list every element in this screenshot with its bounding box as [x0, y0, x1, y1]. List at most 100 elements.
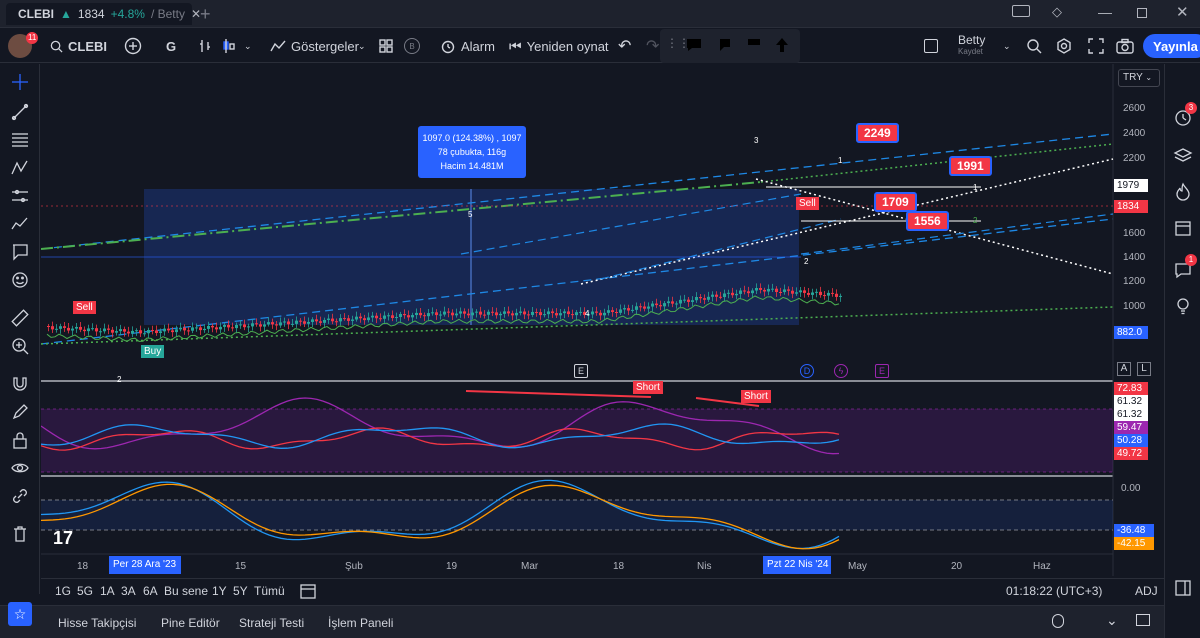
expand-panel-icon[interactable] — [1171, 576, 1195, 600]
range-all[interactable]: Tümü — [254, 584, 285, 598]
window-restore-icon[interactable] — [1137, 8, 1147, 18]
sell-signal-label: Sell — [73, 301, 96, 314]
target-callout-2249[interactable]: 2249 — [856, 123, 899, 143]
dividend-event-icon[interactable]: D — [800, 364, 814, 378]
quick-search-icon[interactable] — [1026, 29, 1042, 63]
osc-label-6: 49.72 — [1114, 447, 1148, 460]
fullscreen-square-icon[interactable] — [924, 29, 938, 63]
magnet-icon[interactable] — [8, 372, 32, 396]
chevron-down-icon[interactable]: ⌄ — [1106, 612, 1118, 629]
log-scale-button[interactable]: L — [1137, 362, 1151, 376]
microphone-icon[interactable] — [1052, 614, 1064, 628]
measure-tooltip: 1097.0 (124.38%) , 1097 78 çubukta, 116g… — [418, 126, 526, 178]
indicators-label: Göstergeler — [291, 38, 359, 54]
calendar-icon[interactable] — [1171, 216, 1195, 240]
watchlist-layers-icon[interactable] — [1171, 144, 1195, 168]
ruler-icon[interactable] — [8, 306, 32, 330]
window-close-icon[interactable]: ✕ — [1176, 3, 1189, 21]
range-1d[interactable]: 1G — [55, 584, 71, 598]
compare-add-icon[interactable] — [124, 29, 142, 63]
interval-button[interactable]: G — [166, 29, 176, 63]
range-1y[interactable]: 1Y — [212, 584, 227, 598]
bell-icon[interactable]: ◇ — [1052, 4, 1062, 20]
emoji-icon[interactable] — [8, 268, 32, 292]
star-favorites-button[interactable]: ☆ — [8, 602, 32, 626]
publish-button[interactable]: Yayınla — [1143, 34, 1200, 58]
callout-icon[interactable] — [716, 37, 732, 53]
range-3m[interactable]: 3A — [121, 584, 136, 598]
templates-chevron-icon[interactable]: ⌄ — [358, 29, 366, 63]
link-icon[interactable] — [8, 484, 32, 508]
tab-strategy-tester[interactable]: Strateji Testi — [239, 616, 304, 630]
crosshair-icon[interactable] — [8, 70, 32, 94]
alert-button[interactable]: Alarm — [440, 29, 495, 63]
symbol-search-button[interactable]: CLEBI — [50, 29, 107, 63]
lock-pencil-icon[interactable] — [8, 400, 32, 424]
target-callout-1709[interactable]: 1709 — [874, 192, 917, 212]
auto-scale-button[interactable]: A — [1117, 362, 1131, 376]
indicators-button[interactable]: Göstergeler — [270, 29, 359, 63]
fullscreen-icon[interactable] — [1088, 29, 1104, 63]
sign-icon[interactable] — [746, 37, 762, 53]
comment-icon[interactable] — [686, 37, 702, 53]
undo-icon[interactable]: ↶ — [618, 29, 631, 63]
chart-canvas[interactable]: 2600240022001600140012001000 18 15 Şub 19 Ma… — [41, 64, 1164, 576]
split-event-icon[interactable]: ϟ — [834, 364, 848, 378]
goto-date-calendar-icon[interactable] — [299, 582, 317, 603]
target-callout-1556[interactable]: 1556 — [906, 211, 949, 231]
range-ytd[interactable]: Bu sene — [164, 584, 208, 598]
layouts-grid-icon[interactable] — [379, 29, 393, 63]
adj-toggle[interactable]: ADJ — [1135, 584, 1158, 598]
lock-icon[interactable] — [8, 428, 32, 452]
clock-readout[interactable]: 01:18:22 (UTC+3) — [1006, 584, 1102, 598]
window-layout-icon[interactable] — [1012, 5, 1030, 17]
symbol-tab[interactable]: CLEBI ▲ 1834 +4.8% / Betty ✕ — [6, 3, 201, 25]
chevron-down-icon[interactable]: ⌄ — [244, 29, 252, 63]
arrow-up-icon[interactable] — [774, 37, 790, 53]
earnings-future-event-icon[interactable]: E — [875, 364, 889, 378]
zoom-in-icon[interactable] — [8, 334, 32, 358]
currency-selector[interactable]: TRY ⌄ — [1118, 69, 1160, 87]
bar-style-icon[interactable] — [198, 29, 212, 63]
b-badge-icon[interactable]: B — [404, 29, 420, 63]
candle-body — [763, 289, 766, 292]
tab-trading-panel[interactable]: İşlem Paneli — [328, 616, 393, 630]
candle-style-icon[interactable] — [222, 29, 236, 63]
wave-number-3: 3 — [754, 136, 759, 145]
earnings-event-icon[interactable]: E — [574, 364, 588, 378]
window-minimize-icon[interactable]: — — [1098, 4, 1112, 20]
text-note-icon[interactable] — [8, 240, 32, 264]
layout-name-button[interactable]: Betty Kaydet — [958, 29, 985, 63]
hotlist-fire-icon[interactable] — [1171, 180, 1195, 204]
new-tab-icon[interactable]: + — [200, 4, 211, 25]
candle-body — [383, 315, 386, 319]
ideas-lightbulb-icon[interactable] — [1171, 294, 1195, 318]
maximize-panel-icon[interactable] — [1136, 614, 1150, 626]
alerts-clock-icon[interactable]: 3 — [1171, 102, 1197, 130]
eye-icon[interactable] — [8, 456, 32, 480]
layout-chevron-icon[interactable]: ⌄ — [1003, 29, 1011, 63]
candle-body — [127, 331, 130, 334]
tab-pine-editor[interactable]: Pine Editör — [161, 616, 220, 630]
trend-line-icon[interactable] — [8, 100, 32, 124]
candle-body — [679, 299, 682, 304]
target-callout-1991[interactable]: 1991 — [949, 156, 992, 176]
range-6m[interactable]: 6A — [143, 584, 158, 598]
settings-gear-icon[interactable] — [1056, 29, 1072, 63]
fib-retracement-icon[interactable] — [8, 128, 32, 152]
pattern-icon[interactable] — [8, 156, 32, 180]
range-1m[interactable]: 1A — [100, 584, 115, 598]
replay-button[interactable]: ⏮ Yeniden oynat — [509, 29, 609, 63]
range-5y[interactable]: 5Y — [233, 584, 248, 598]
chart-area[interactable]: 2600 2400 2200 1600 1400 1200 1000 18 15 Şub 19 Ma… — [41, 64, 1164, 576]
candle-body — [163, 328, 166, 332]
range-5d[interactable]: 5G — [77, 584, 93, 598]
brush-icon[interactable] — [8, 212, 32, 236]
tab-stock-screener[interactable]: Hisse Takipçisi — [58, 616, 136, 630]
camera-icon[interactable] — [1116, 29, 1134, 63]
user-avatar[interactable]: 11 — [8, 29, 39, 63]
prediction-icon[interactable] — [8, 184, 32, 208]
redo-icon[interactable]: ↷ — [646, 29, 659, 63]
chat-icon[interactable]: 1 — [1171, 254, 1197, 282]
trash-icon[interactable] — [8, 522, 32, 546]
